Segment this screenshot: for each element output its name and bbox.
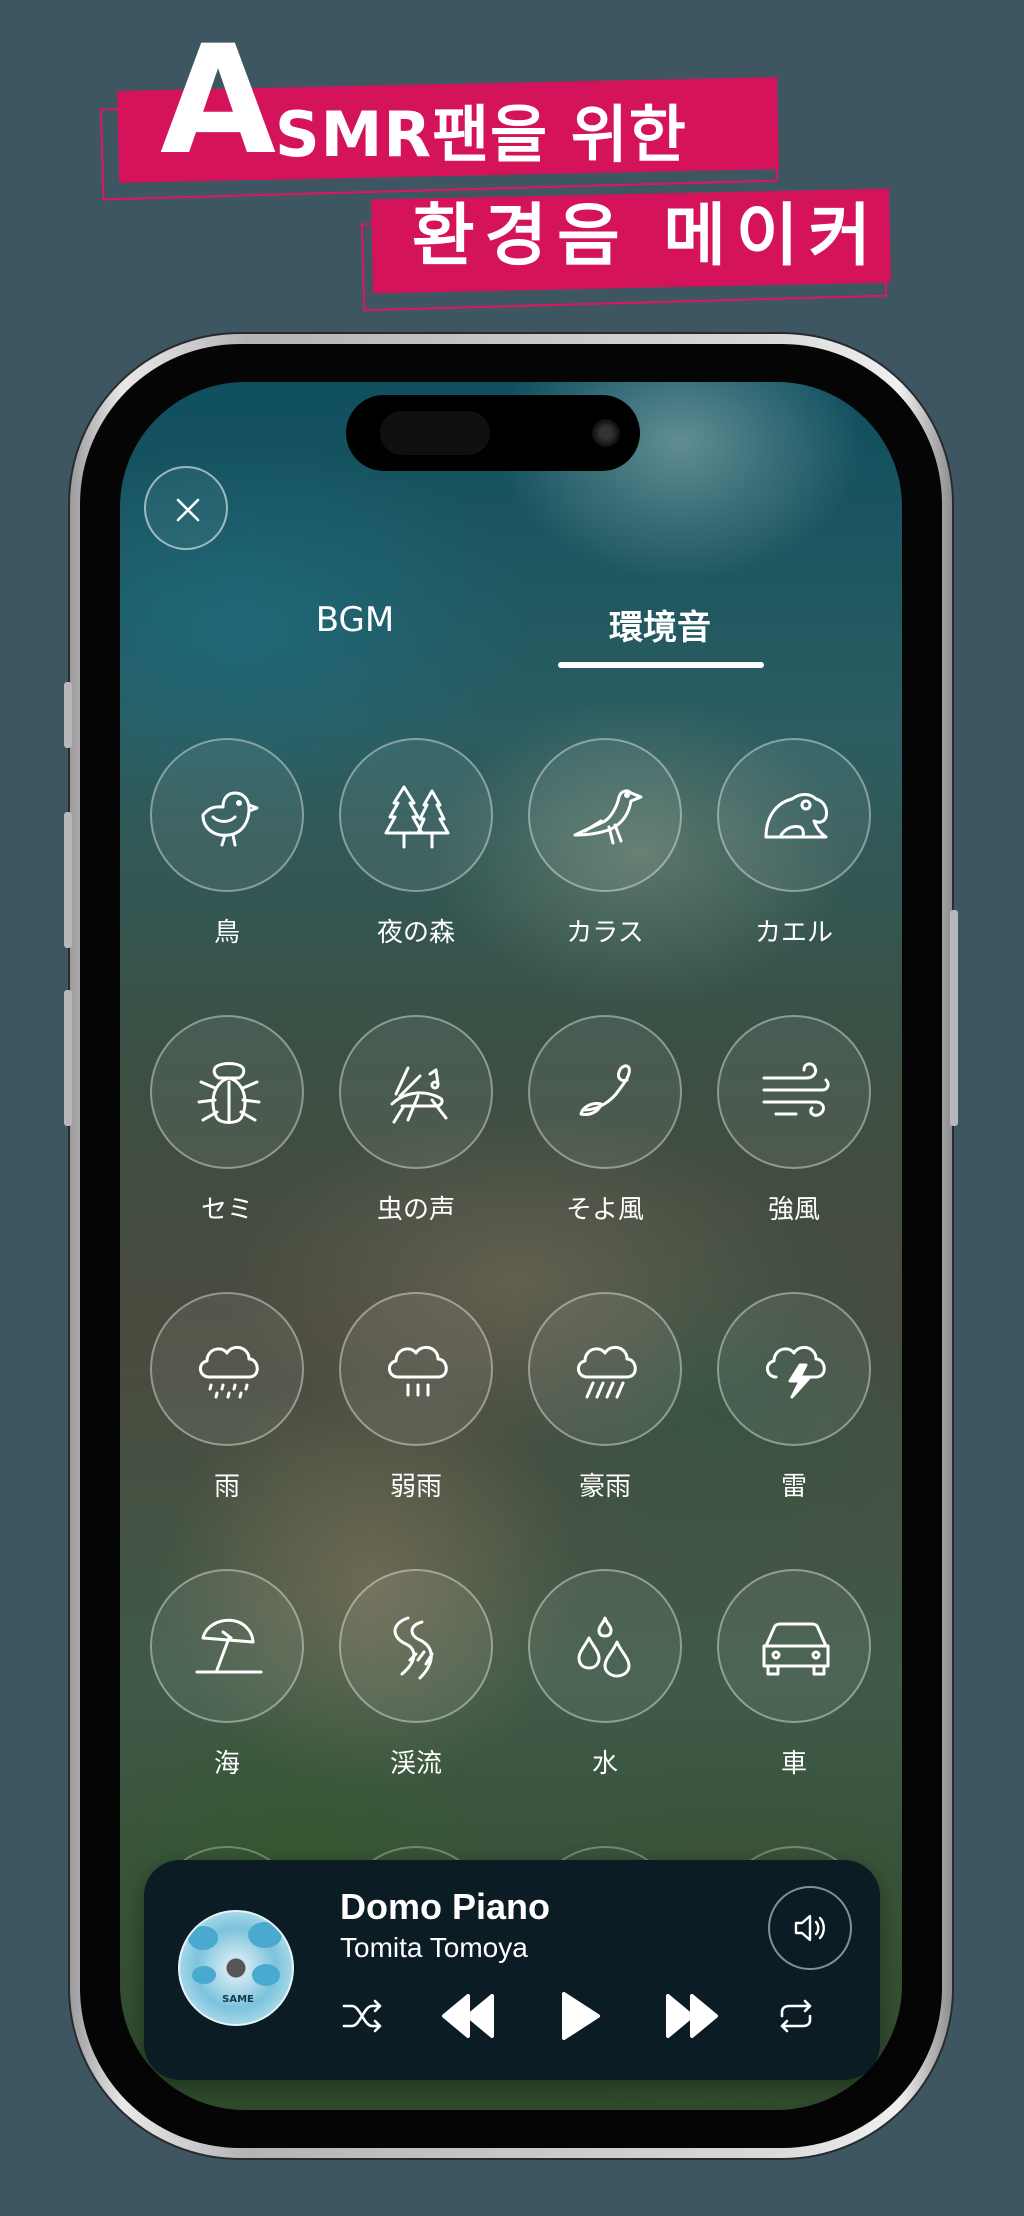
album-art-text: SAME [222,1994,254,2005]
sound-label: 弱雨 [389,1472,442,1502]
sound-button-strong-wind[interactable] [717,1015,871,1169]
headline-line1: SMR팬을 위한 [275,98,687,171]
next-icon[interactable] [664,1990,720,2042]
sound-button-breeze[interactable] [528,1015,682,1169]
sound-label: 雷 [780,1472,807,1502]
sound-label: カエル [754,918,833,948]
dynamic-island [346,395,640,471]
previous-icon[interactable] [440,1990,496,2042]
sound-button-heavy-rain[interactable] [528,1292,682,1446]
cicada-icon [197,1062,261,1124]
close-icon [176,498,200,522]
play-icon[interactable] [554,1988,604,2044]
frog-icon [764,793,828,839]
volume-icon [794,1914,825,1942]
repeat-icon[interactable] [774,1994,818,2038]
sound-label: 夜の森 [376,918,455,948]
sound-button-thunder[interactable] [717,1292,871,1446]
strong-wind-icon [762,1062,830,1117]
sound-label: 豪雨 [578,1472,631,1502]
sound-label: 鳥 [213,918,240,948]
sound-label: 強風 [767,1195,820,1225]
sound-button-bird[interactable] [150,738,304,892]
sound-label: カラス [566,918,644,948]
volume-down-button [64,990,72,1126]
sound-button-sea[interactable] [150,1569,304,1723]
beach-umbrella-icon [195,1618,263,1674]
album-art[interactable]: SAME [178,1910,294,2026]
thunder-icon [766,1345,826,1399]
sound-button-night-forest[interactable] [339,738,493,892]
active-tab-indicator [558,662,764,668]
sound-label: そよ風 [565,1195,644,1225]
close-button[interactable] [144,466,228,550]
sound-label: 虫の声 [376,1195,455,1225]
volume-button[interactable] [768,1886,852,1970]
water-drops-icon [577,1616,631,1678]
sound-button-cicada[interactable] [150,1015,304,1169]
cricket-icon [390,1066,448,1124]
track-artist: Tomita Tomoya [340,1932,528,1963]
rain-icon [199,1345,259,1399]
sound-button-light-rain[interactable] [339,1292,493,1446]
side-button [950,910,958,1126]
sound-label: セミ [200,1195,253,1225]
headline: A SMR팬을 위한 환경음 메이커 [0,0,1024,320]
sound-button-water[interactable] [528,1569,682,1723]
bird-icon [201,791,259,847]
headline-line2: 환경음 메이커 [412,197,882,276]
sound-label: 水 [591,1749,618,1779]
headline-big-letter: A [160,14,277,188]
sound-button-frog[interactable] [717,738,871,892]
action-button [64,682,72,748]
volume-up-button [64,812,72,948]
sound-button-rain[interactable] [150,1292,304,1446]
camera-icon [592,419,620,447]
sound-button-stream[interactable] [339,1569,493,1723]
sound-button-insects[interactable] [339,1015,493,1169]
forest-icon [384,785,450,849]
shuffle-icon[interactable] [340,1994,384,2038]
sound-label: 海 [213,1749,240,1779]
sound-label: 雨 [213,1472,240,1502]
breeze-icon [579,1064,631,1116]
mini-player[interactable]: SAME Domo Piano Tomita Tomoya [144,1860,880,2080]
crow-icon [573,789,643,845]
heavy-rain-icon [577,1345,637,1399]
tab-bgm[interactable]: BGM [290,600,420,640]
sound-label: 車 [780,1749,807,1779]
track-title: Domo Piano [340,1886,551,1927]
sound-button-car[interactable] [717,1569,871,1723]
sound-label: 渓流 [389,1749,442,1779]
sound-button-crow[interactable] [528,738,682,892]
tab-environment-sounds[interactable]: 環境音 [570,600,750,649]
car-icon [762,1622,830,1676]
light-rain-icon [388,1345,448,1397]
stream-icon [393,1616,434,1680]
